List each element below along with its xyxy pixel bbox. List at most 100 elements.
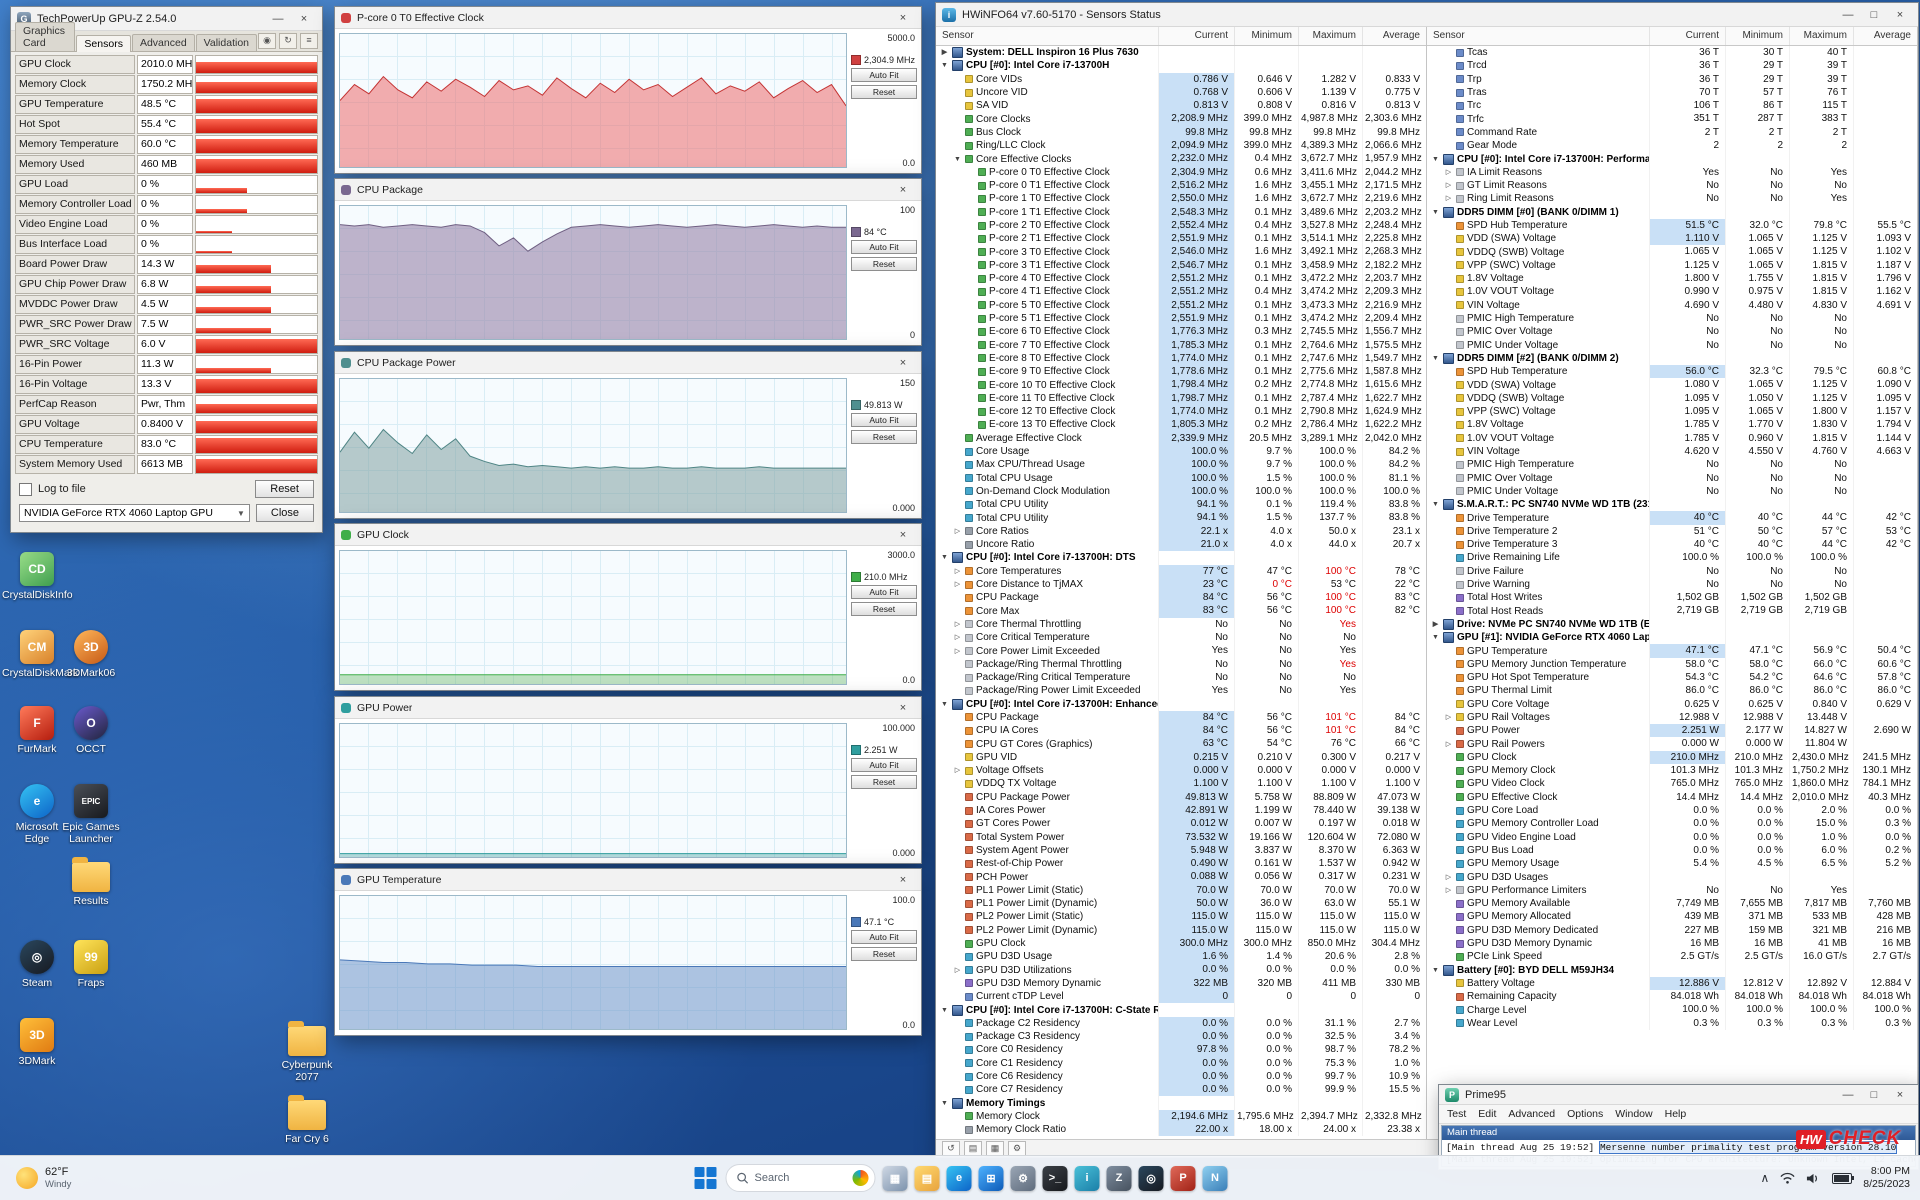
- sensor-row[interactable]: GPU Memory Available7,749 MB7,655 MB7,81…: [1427, 897, 1917, 910]
- sensor-row[interactable]: 1.8V Voltage1.800 V1.755 V1.815 V1.796 V: [1427, 272, 1917, 285]
- sensor-row[interactable]: P-core 3 T1 Effective Clock2,546.7 MHz0.…: [936, 259, 1426, 272]
- sensor-row[interactable]: Ring/LLC Clock2,094.9 MHz399.0 MHz4,389.…: [936, 139, 1426, 152]
- sensor-row[interactable]: E-core 10 T0 Effective Clock1,798.4 MHz0…: [936, 378, 1426, 391]
- gpuz-close-window-button[interactable]: Close: [256, 504, 314, 522]
- expand-icon[interactable]: ▷: [953, 525, 962, 538]
- sensor-row[interactable]: VIN Voltage4.620 V4.550 V4.760 V4.663 V: [1427, 445, 1917, 458]
- hwinfo-close-button[interactable]: ×: [1888, 6, 1912, 24]
- sensor-value[interactable]: 460 MB: [137, 155, 193, 174]
- sensor-value[interactable]: 6.8 W: [137, 275, 193, 294]
- sensor-row[interactable]: PL1 Power Limit (Dynamic)50.0 W36.0 W63.…: [936, 897, 1426, 910]
- menu-item-edit[interactable]: Edit: [1478, 1108, 1496, 1120]
- prime95-icon[interactable]: P: [1171, 1166, 1196, 1191]
- auto-fit-button[interactable]: Auto Fit: [851, 758, 917, 772]
- sensor-row[interactable]: GPU Memory Controller Load0.0 %0.0 %15.0…: [1427, 817, 1917, 830]
- graph-reset-button[interactable]: Reset: [851, 257, 917, 271]
- menu-item-window[interactable]: Window: [1615, 1108, 1652, 1120]
- sensor-row[interactable]: Core Usage100.0 %9.7 %100.0 %84.2 %: [936, 445, 1426, 458]
- sensor-value[interactable]: 60.0 °C: [137, 135, 193, 154]
- sensor-row[interactable]: Remaining Capacity84.018 Wh84.018 Wh84.0…: [1427, 990, 1917, 1003]
- sensor-row[interactable]: GPU Memory Junction Temperature58.0 °C58…: [1427, 658, 1917, 671]
- collapse-icon[interactable]: ▼: [940, 59, 949, 72]
- prime95-minimize-button[interactable]: —: [1836, 1086, 1860, 1104]
- sensor-row[interactable]: GPU Video Engine Load0.0 %0.0 %1.0 %0.0 …: [1427, 831, 1917, 844]
- column-header-average[interactable]: Average: [1853, 27, 1917, 45]
- column-header-sensor[interactable]: Sensor: [936, 27, 1158, 45]
- sensor-row[interactable]: ▷Core Ratios22.1 x4.0 x50.0 x23.1 x: [936, 525, 1426, 538]
- sensor-row[interactable]: Rest-of-Chip Power0.490 W0.161 W1.537 W0…: [936, 857, 1426, 870]
- sensor-value[interactable]: Pwr, Thm: [137, 395, 193, 414]
- sensor-row[interactable]: VPP (SWC) Voltage1.095 V1.065 V1.800 V1.…: [1427, 405, 1917, 418]
- column-header-maximum[interactable]: Maximum: [1789, 27, 1853, 45]
- sensor-row[interactable]: ▷Core Thermal ThrottlingNoNoYes: [936, 618, 1426, 631]
- sensor-row[interactable]: ▼CPU [#0]: Intel Core i7-13700H: Perform…: [1427, 152, 1917, 165]
- collapse-icon[interactable]: ▼: [1431, 631, 1440, 644]
- sensor-row[interactable]: Core C6 Residency0.0 %0.0 %99.7 %10.9 %: [936, 1070, 1426, 1083]
- sensor-row[interactable]: Trfc351 T287 T383 T: [1427, 112, 1917, 125]
- wifi-icon[interactable]: [1780, 1172, 1795, 1185]
- sensor-row[interactable]: GPU D3D Usage1.6 %1.4 %20.6 %2.8 %: [936, 950, 1426, 963]
- graph-reset-button[interactable]: Reset: [851, 85, 917, 99]
- sensor-row[interactable]: CPU IA Cores84 °C56 °C101 °C84 °C: [936, 724, 1426, 737]
- sensor-value[interactable]: 0 %: [137, 215, 193, 234]
- sensor-row[interactable]: CPU Package84 °C56 °C101 °C84 °C: [936, 711, 1426, 724]
- graph-reset-button[interactable]: Reset: [851, 430, 917, 444]
- column-header-sensor[interactable]: Sensor: [1427, 27, 1649, 45]
- expand-icon[interactable]: ▷: [953, 578, 962, 591]
- gpu-select-dropdown[interactable]: NVIDIA GeForce RTX 4060 Laptop GPU ▼: [19, 504, 250, 522]
- graph-close-button[interactable]: ×: [891, 354, 915, 372]
- graph-close-button[interactable]: ×: [891, 871, 915, 889]
- notepad-icon[interactable]: N: [1203, 1166, 1228, 1191]
- sensor-row[interactable]: Uncore VID0.768 V0.606 V1.139 V0.775 V: [936, 86, 1426, 99]
- sensor-row[interactable]: Core Clocks2,208.9 MHz399.0 MHz4,987.8 M…: [936, 112, 1426, 125]
- menu-item-advanced[interactable]: Advanced: [1508, 1108, 1555, 1120]
- desktop-icon-farcry6-folder[interactable]: Far Cry 6: [272, 1098, 342, 1145]
- sensor-row[interactable]: Wear Level0.3 %0.3 %0.3 %0.3 %: [1427, 1017, 1917, 1030]
- sensor-row[interactable]: Core VIDs0.786 V0.646 V1.282 V0.833 V: [936, 73, 1426, 86]
- collapse-icon[interactable]: ▼: [1431, 498, 1440, 511]
- sensor-row[interactable]: ▼CPU [#0]: Intel Core i7-13700H: C-State…: [936, 1003, 1426, 1016]
- hidden-icons-chevron[interactable]: ∧: [1760, 1171, 1769, 1185]
- sensor-row[interactable]: E-core 6 T0 Effective Clock1,776.3 MHz0.…: [936, 325, 1426, 338]
- sensor-row[interactable]: GPU Hot Spot Temperature54.3 °C54.2 °C64…: [1427, 671, 1917, 684]
- sensor-value[interactable]: 1750.2 MHz: [137, 75, 193, 94]
- sensor-row[interactable]: Core C0 Residency97.8 %0.0 %98.7 %78.2 %: [936, 1043, 1426, 1056]
- sensor-row[interactable]: CPU GT Cores (Graphics)63 °C54 °C76 °C66…: [936, 737, 1426, 750]
- log-to-file-checkbox[interactable]: [19, 483, 32, 496]
- sensor-row[interactable]: GPU Temperature47.1 °C47.1 °C56.9 °C50.4…: [1427, 644, 1917, 657]
- sensor-row[interactable]: Package/Ring Power Limit ExceededYesNoYe…: [936, 684, 1426, 697]
- desktop-icon-epic-games[interactable]: EPICEpic Games Launcher: [56, 784, 126, 845]
- graph-close-button[interactable]: ×: [891, 699, 915, 717]
- sensor-row[interactable]: Drive Temperature 340 °C40 °C44 °C42 °C: [1427, 538, 1917, 551]
- sensor-row[interactable]: VPP (SWC) Voltage1.125 V1.065 V1.815 V1.…: [1427, 259, 1917, 272]
- sensor-row[interactable]: Memory Clock2,194.6 MHz1,795.6 MHz2,394.…: [936, 1110, 1426, 1123]
- expand-icon[interactable]: ▷: [953, 631, 962, 644]
- sensor-row[interactable]: Drive Temperature 251 °C50 °C57 °C53 °C: [1427, 525, 1917, 538]
- sensor-row[interactable]: GPU Effective Clock14.4 MHz14.4 MHz2,010…: [1427, 791, 1917, 804]
- sensor-row[interactable]: E-core 12 T0 Effective Clock1,774.0 MHz0…: [936, 405, 1426, 418]
- sensor-row[interactable]: ▷Core Critical TemperatureNoNoNo: [936, 631, 1426, 644]
- collapse-icon[interactable]: ▼: [940, 1097, 949, 1110]
- settings-icon[interactable]: ⚙: [1011, 1166, 1036, 1191]
- gpuz-tab-validation[interactable]: Validation: [196, 34, 257, 51]
- sensor-value[interactable]: 13.3 V: [137, 375, 193, 394]
- sensor-row[interactable]: SPD Hub Temperature56.0 °C32.3 °C79.5 °C…: [1427, 365, 1917, 378]
- gpuz-tab-graphics-card[interactable]: Graphics Card: [15, 22, 75, 51]
- sensor-row[interactable]: Charge Level100.0 %100.0 %100.0 %100.0 %: [1427, 1003, 1917, 1016]
- sensor-row[interactable]: GPU Bus Load0.0 %0.0 %6.0 %0.2 %: [1427, 844, 1917, 857]
- steam-icon[interactable]: ◎: [1139, 1166, 1164, 1191]
- sensor-row[interactable]: GPU Memory Clock101.3 MHz101.3 MHz1,750.…: [1427, 764, 1917, 777]
- sensor-row[interactable]: Uncore Ratio21.0 x4.0 x44.0 x20.7 x: [936, 538, 1426, 551]
- sensor-row[interactable]: ▷GPU Rail Powers0.000 W0.000 W11.804 W: [1427, 737, 1917, 750]
- column-header-minimum[interactable]: Minimum: [1725, 27, 1789, 45]
- sensor-row[interactable]: Core C1 Residency0.0 %0.0 %75.3 %1.0 %: [936, 1057, 1426, 1070]
- sensor-value[interactable]: 6613 MB: [137, 455, 193, 474]
- gpuz-reset-button[interactable]: Reset: [255, 480, 314, 498]
- menu-item-help[interactable]: Help: [1665, 1108, 1687, 1120]
- sensor-row[interactable]: E-core 11 T0 Effective Clock1,798.7 MHz0…: [936, 392, 1426, 405]
- sensor-row[interactable]: PMIC Over VoltageNoNoNo: [1427, 325, 1917, 338]
- sensor-row[interactable]: E-core 9 T0 Effective Clock1,778.6 MHz0.…: [936, 365, 1426, 378]
- sensor-row[interactable]: Memory Clock Ratio22.00 x18.00 x24.00 x2…: [936, 1123, 1426, 1136]
- sensor-row[interactable]: ▶System: DELL Inspiron 16 Plus 7630: [936, 46, 1426, 59]
- sensor-row[interactable]: 1.8V Voltage1.785 V1.770 V1.830 V1.794 V: [1427, 418, 1917, 431]
